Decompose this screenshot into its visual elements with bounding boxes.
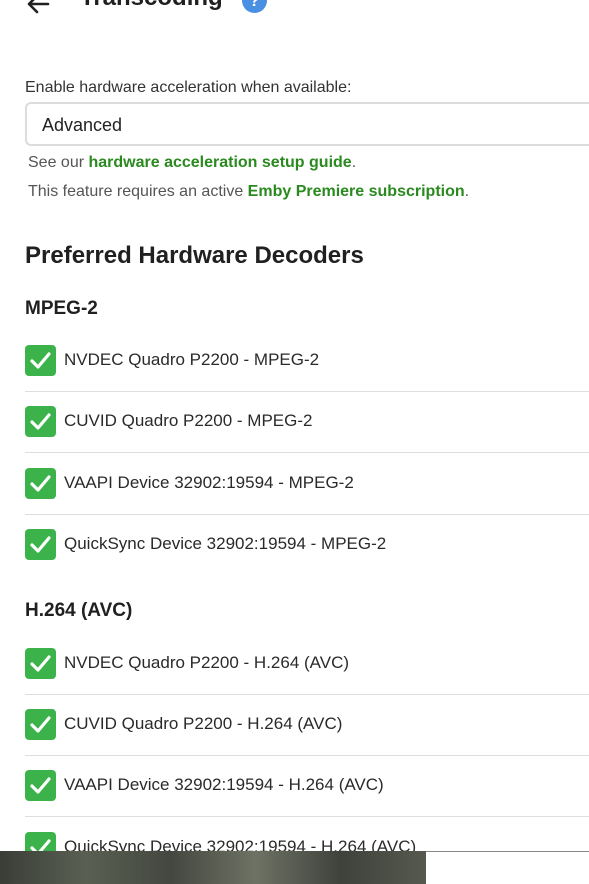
decoder-checkbox[interactable] (25, 345, 56, 376)
decoder-label: VAAPI Device 32902:19594 - H.264 (AVC) (64, 775, 384, 794)
decoder-label: NVDEC Quadro P2200 - MPEG-2 (64, 350, 320, 369)
checkmark-icon (30, 475, 51, 492)
back-button[interactable] (24, 0, 52, 18)
codec-heading-mpeg2: MPEG-2 (25, 298, 98, 319)
decoder-row[interactable]: VAAPI Device 32902:19594 - H.264 (AVC) (25, 756, 589, 817)
checkmark-icon (30, 413, 51, 430)
decoder-checkbox[interactable] (25, 468, 56, 499)
decoder-label: QuickSync Device 32902:19594 - MPEG-2 (64, 534, 387, 553)
checkmark-icon (30, 777, 51, 794)
premiere-note: This feature requires an active Emby Pre… (28, 183, 469, 201)
decoder-label: CUVID Quadro P2200 - H.264 (AVC) (64, 714, 343, 733)
decoder-row[interactable]: NVDEC Quadro P2200 - MPEG-2 (25, 331, 589, 392)
setup-guide-note: See our hardware acceleration setup guid… (28, 154, 356, 172)
page-header: Transcoding ? (0, 0, 589, 18)
section-title: Preferred Hardware Decoders (25, 242, 364, 269)
decoder-label: VAAPI Device 32902:19594 - MPEG-2 (64, 473, 354, 492)
page-title: Transcoding (80, 0, 223, 12)
decoder-label: CUVID Quadro P2200 - MPEG-2 (64, 411, 313, 430)
now-playing-bar-artwork (0, 851, 426, 884)
decoder-label: NVDEC Quadro P2200 - H.264 (AVC) (64, 653, 350, 672)
transcoding-settings-page: Transcoding ? Enable hardware accelerati… (0, 0, 589, 884)
checkmark-icon (30, 655, 51, 672)
decoder-checkbox[interactable] (25, 648, 56, 679)
premiere-prefix: This feature requires an active (28, 183, 248, 200)
premiere-link[interactable]: Emby Premiere subscription (248, 183, 465, 200)
decoder-row[interactable]: VAAPI Device 32902:19594 - MPEG-2 (25, 454, 589, 515)
premiere-suffix: . (464, 183, 470, 200)
arrow-left-icon (27, 0, 50, 14)
decoder-row[interactable]: QuickSync Device 32902:19594 - MPEG-2 (25, 515, 589, 576)
codec-heading-h264: H.264 (AVC) (25, 600, 133, 621)
help-button[interactable]: ? (242, 0, 267, 13)
checkmark-icon (30, 352, 51, 369)
hw-accel-label: Enable hardware acceleration when availa… (25, 79, 352, 96)
decoder-checkbox[interactable] (25, 709, 56, 740)
setup-guide-suffix: . (351, 154, 357, 171)
hw-accel-select-value: Advanced (42, 115, 123, 135)
question-circle-icon: ? (249, 0, 260, 10)
decoder-row[interactable]: CUVID Quadro P2200 - H.264 (AVC) (25, 695, 589, 756)
setup-guide-prefix: See our (28, 154, 89, 171)
decoder-row[interactable]: NVDEC Quadro P2200 - H.264 (AVC) (25, 634, 589, 695)
decoder-checkbox[interactable] (25, 770, 56, 801)
decoder-row[interactable]: CUVID Quadro P2200 - MPEG-2 (25, 392, 589, 453)
setup-guide-link[interactable]: hardware acceleration setup guide (88, 154, 351, 171)
checkmark-icon (30, 536, 51, 553)
checkmark-icon (30, 716, 51, 733)
hw-accel-select[interactable]: Advanced (25, 102, 589, 146)
decoder-checkbox[interactable] (25, 406, 56, 437)
decoder-checkbox[interactable] (25, 529, 56, 560)
